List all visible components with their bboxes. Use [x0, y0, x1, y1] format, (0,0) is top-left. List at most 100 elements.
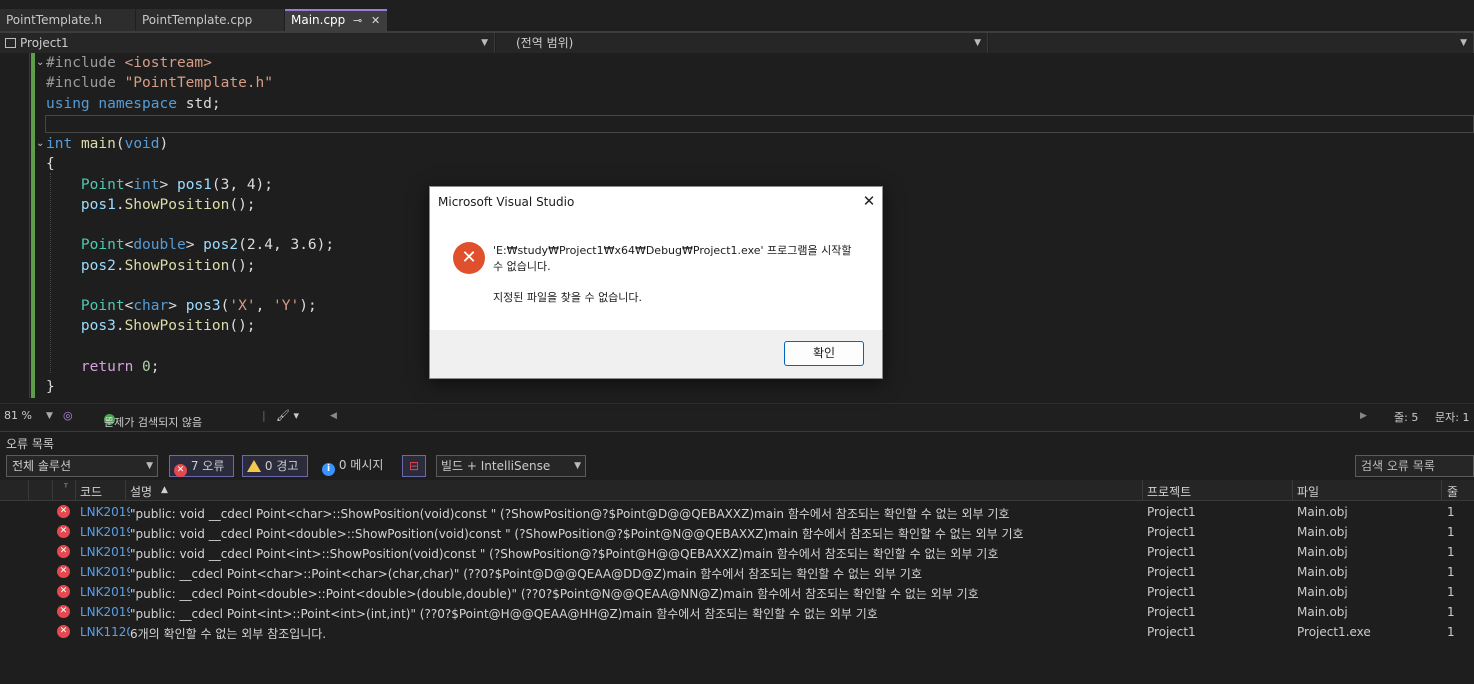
- column-separator: [1142, 480, 1143, 500]
- chevron-down-icon: ▼: [1460, 38, 1467, 48]
- project-dropdown[interactable]: Project1 ▼: [0, 33, 495, 53]
- code-line-3: using namespace std;: [46, 96, 221, 112]
- column-project[interactable]: 프로젝트: [1147, 483, 1191, 500]
- scope-select[interactable]: 전체 솔루션 ▼: [6, 455, 158, 477]
- dialog-title: Microsoft Visual Studio: [438, 195, 575, 209]
- code-line-17: }: [46, 379, 55, 395]
- tab-pointtemplate-cpp[interactable]: PointTemplate.cpp: [136, 9, 284, 31]
- row-file: Main.obj: [1297, 505, 1348, 519]
- search-placeholder: 검색 오류 목록: [1361, 459, 1435, 473]
- row-line: 1: [1447, 505, 1455, 519]
- build-filter-select[interactable]: 빌드 + IntelliSense ▼: [436, 455, 586, 477]
- change-tracking-bar: [31, 53, 35, 398]
- warnings-count: 0 경고: [264, 459, 299, 473]
- row-project: Project1: [1147, 585, 1196, 599]
- column-separator: [75, 480, 76, 500]
- scroll-left-icon[interactable]: ◀: [330, 411, 337, 421]
- errors-filter-button[interactable]: ✕ 7 오류: [169, 455, 234, 477]
- row-line: 1: [1447, 625, 1455, 639]
- column-code[interactable]: 코드: [80, 483, 102, 500]
- tab-pointtemplate-h[interactable]: PointTemplate.h: [0, 9, 135, 31]
- table-row[interactable]: ✕ LNK2019 "public: __cdecl Point<char>::…: [0, 562, 1474, 582]
- row-project: Project1: [1147, 605, 1196, 619]
- chevron-down-icon: ▼: [146, 461, 153, 471]
- code-line-13: Point<char> pos3('X', 'Y');: [80, 298, 317, 314]
- tab-main-cpp[interactable]: Main.cpp ⊸ ✕: [285, 9, 387, 31]
- build-filter-label: 빌드 + IntelliSense: [441, 459, 551, 473]
- suppress-column-icon[interactable]: ᵀ: [64, 483, 68, 494]
- warnings-filter-button[interactable]: 0 경고: [242, 455, 308, 477]
- line-number: 줄: 5: [1394, 411, 1419, 424]
- chevron-down-icon: ▼: [574, 461, 581, 471]
- row-code[interactable]: LNK2019: [80, 525, 130, 539]
- code-line-5: int main(void): [46, 136, 169, 152]
- row-description: "public: void __cdecl Point<int>::ShowPo…: [130, 547, 999, 561]
- gutter-divider: [29, 53, 30, 398]
- brush-icon[interactable]: 🖌 ▾: [276, 409, 299, 422]
- fold-toggle-icon[interactable]: ⌄: [36, 138, 44, 149]
- code-line-1: #include <iostream>: [46, 55, 212, 71]
- project-icon: [5, 38, 16, 48]
- error-icon: ✕: [57, 545, 70, 558]
- close-icon[interactable]: ✕: [858, 191, 880, 211]
- error-icon: ✕: [57, 565, 70, 578]
- messages-filter-button[interactable]: i 0 메시지: [320, 455, 394, 477]
- info-icon: i: [322, 463, 335, 476]
- code-line-2: #include "PointTemplate.h": [46, 75, 273, 91]
- scope-label: (전역 범위): [516, 36, 574, 50]
- project-name: Project1: [20, 36, 69, 50]
- row-file: Main.obj: [1297, 585, 1348, 599]
- scroll-right-icon[interactable]: ▶: [1360, 411, 1367, 421]
- row-project: Project1: [1147, 625, 1196, 639]
- row-project: Project1: [1147, 525, 1196, 539]
- column-separator: [125, 480, 126, 500]
- table-row[interactable]: ✕ LNK2019 "public: void __cdecl Point<in…: [0, 542, 1474, 562]
- row-description: "public: void __cdecl Point<double>::Sho…: [130, 527, 1024, 541]
- error-dialog: Microsoft Visual Studio ✕ ✕ 'E:₩study₩Pr…: [429, 186, 883, 379]
- table-row[interactable]: ✕ LNK1120 6개의 확인할 수 없는 외부 참조입니다. Project…: [0, 622, 1474, 642]
- table-row[interactable]: ✕ LNK2019 "public: __cdecl Point<int>::P…: [0, 602, 1474, 622]
- fold-toggle-icon[interactable]: ⌄: [36, 57, 44, 68]
- row-file: Main.obj: [1297, 565, 1348, 579]
- error-icon: ✕: [453, 242, 485, 274]
- pin-icon[interactable]: ⊸: [353, 11, 362, 30]
- scope-select-label: 전체 솔루션: [12, 459, 72, 473]
- table-row[interactable]: ✕ LNK2019 "public: void __cdecl Point<ch…: [0, 502, 1474, 522]
- row-code[interactable]: LNK2019: [80, 505, 130, 519]
- dialog-detail: 지정된 파일을 찾을 수 없습니다.: [493, 291, 643, 304]
- scope-dropdown[interactable]: (전역 범위) ▼: [496, 33, 988, 53]
- column-file[interactable]: 파일: [1297, 483, 1319, 500]
- column-description[interactable]: 설명: [130, 483, 152, 500]
- copilot-icon[interactable]: ◎: [63, 409, 73, 422]
- row-line: 1: [1447, 525, 1455, 539]
- row-description: 6개의 확인할 수 없는 외부 참조입니다.: [130, 627, 327, 641]
- row-description: "public: __cdecl Point<int>::Point<int>(…: [130, 607, 878, 621]
- row-code[interactable]: LNK2019: [80, 605, 130, 619]
- row-file: Main.obj: [1297, 545, 1348, 559]
- row-project: Project1: [1147, 505, 1196, 519]
- member-dropdown[interactable]: ▼: [989, 33, 1474, 53]
- navigation-bar: Project1 ▼ (전역 범위) ▼ ▼: [0, 33, 1474, 53]
- code-line-7: Point<int> pos1(3, 4);: [80, 177, 274, 193]
- filter-toggle-icon[interactable]: ⊟: [402, 455, 426, 477]
- zoom-dropdown-icon[interactable]: ▼: [46, 411, 53, 421]
- row-line: 1: [1447, 585, 1455, 599]
- close-tab-icon[interactable]: ✕: [371, 11, 380, 30]
- search-input[interactable]: 검색 오류 목록: [1355, 455, 1474, 477]
- error-list-title: 오류 목록: [6, 437, 54, 451]
- row-code[interactable]: LNK1120: [80, 625, 130, 639]
- zoom-level[interactable]: 81 %: [4, 409, 32, 422]
- table-row[interactable]: ✕ LNK2019 "public: void __cdecl Point<do…: [0, 522, 1474, 542]
- error-icon: ✕: [57, 625, 70, 638]
- errors-count: 7 오류: [190, 459, 225, 473]
- table-row[interactable]: ✕ LNK2019 "public: __cdecl Point<double>…: [0, 582, 1474, 602]
- row-code[interactable]: LNK2019: [80, 585, 130, 599]
- row-code[interactable]: LNK2019: [80, 545, 130, 559]
- row-code[interactable]: LNK2019: [80, 565, 130, 579]
- row-file: Main.obj: [1297, 525, 1348, 539]
- error-icon: ✕: [57, 525, 70, 538]
- column-line[interactable]: 줄: [1447, 483, 1458, 500]
- row-description: "public: __cdecl Point<char>::Point<char…: [130, 567, 922, 581]
- row-line: 1: [1447, 605, 1455, 619]
- ok-button[interactable]: 확인: [784, 341, 864, 366]
